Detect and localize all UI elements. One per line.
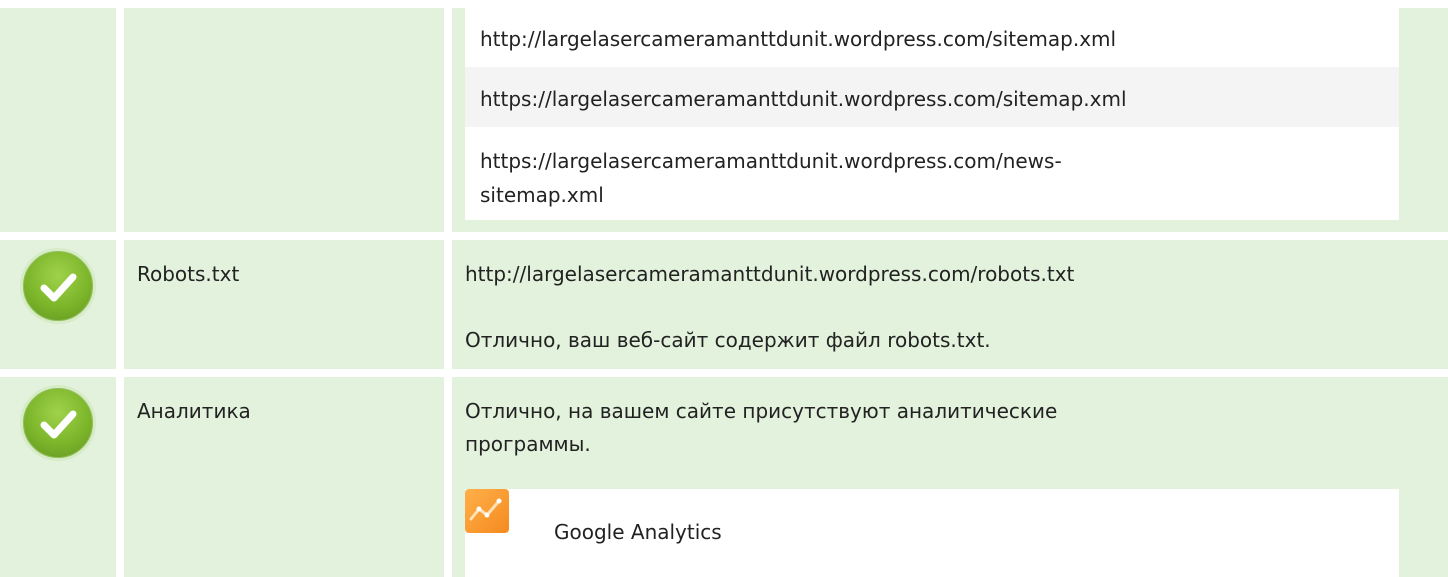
analytics-value-cell: Отлично, на вашем сайте присутствуют ана… <box>452 377 1448 577</box>
sitemap-url: http://largelasercameramanttdunit.wordpr… <box>480 27 1117 51</box>
robots-url: http://largelasercameramanttdunit.wordpr… <box>465 262 1075 286</box>
analytics-label: Аналитика <box>137 399 251 423</box>
analytics-chart-glyph <box>469 498 502 521</box>
status-column-cell <box>0 8 116 232</box>
robots-label: Robots.txt <box>137 262 240 286</box>
label-column-cell: Аналитика <box>124 377 444 577</box>
sitemap-list: http://largelasercameramanttdunit.wordpr… <box>465 8 1399 220</box>
google-analytics-icon <box>465 489 509 533</box>
sitemap-url-continued: sitemap.xml <box>480 183 604 207</box>
analytics-tool-name: Google Analytics <box>554 520 722 544</box>
analytics-tool-item: Google Analytics <box>465 489 1399 577</box>
analytics-message: Отлично, на вашем сайте присутствуют ана… <box>465 399 1058 423</box>
sitemap-row-3: https://largelasercameramanttdunit.wordp… <box>465 127 1399 220</box>
check-circle-icon <box>20 385 96 461</box>
sitemap-row-2: https://largelasercameramanttdunit.wordp… <box>465 67 1399 127</box>
sitemap-url: https://largelasercameramanttdunit.wordp… <box>480 87 1127 111</box>
checkmark-glyph <box>40 273 77 302</box>
analytics-message-continued: программы. <box>465 432 591 456</box>
sitemap-url: https://largelasercameramanttdunit.wordp… <box>480 149 1062 173</box>
checkmark-glyph <box>40 410 77 439</box>
sitemap-row-1: http://largelasercameramanttdunit.wordpr… <box>465 8 1399 67</box>
label-column-cell <box>124 8 444 232</box>
robots-value-cell: http://largelasercameramanttdunit.wordpr… <box>452 240 1448 369</box>
check-circle-icon <box>20 248 96 324</box>
label-column-cell: Robots.txt <box>124 240 444 369</box>
robots-message: Отлично, ваш веб-сайт содержит файл robo… <box>465 328 991 352</box>
